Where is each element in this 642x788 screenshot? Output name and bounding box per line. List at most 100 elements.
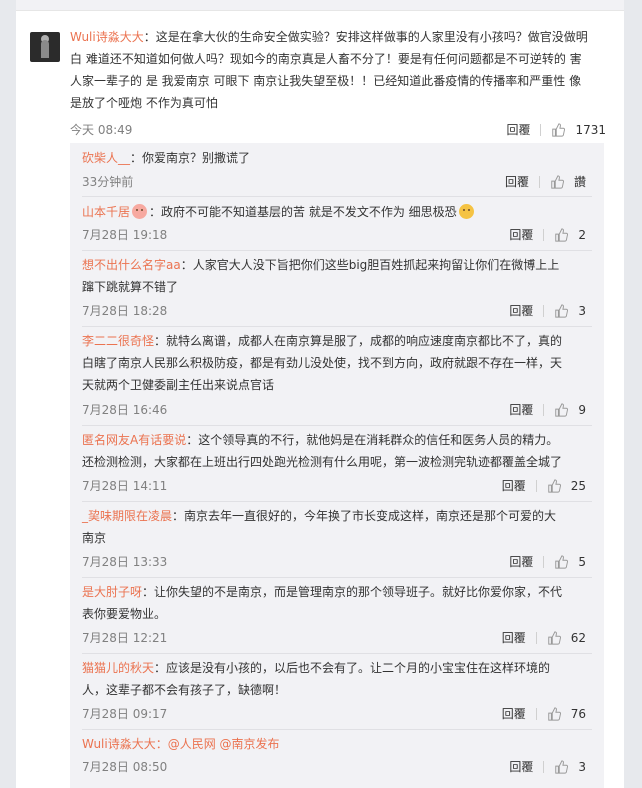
reply-button[interactable]: 回覆 [509, 553, 533, 570]
main-like-count: 1731 [575, 122, 606, 137]
reply-item: 匿名网友A有话要说：这个领导真的不行，就他妈是在消耗群众的信任和医务人员的精力。… [82, 429, 567, 473]
reply-divider [82, 501, 592, 502]
thumbs-up-icon[interactable] [554, 554, 569, 569]
reply-username[interactable]: 匿名网友A有话要说 [82, 433, 186, 447]
reply-item: 想不出什么名字aa：人家官大人没下旨把你们这些big胆百姓抓起来拘留让你们在微博… [82, 254, 567, 298]
like-count: 2 [578, 227, 586, 242]
reply-divider [82, 326, 592, 327]
thumbs-up-icon[interactable] [551, 122, 566, 137]
divider [535, 707, 537, 720]
main-comment: Wuli诗淼大大：这是在拿大伙的生命安全做实验？安排这样做事的人家里没有小孩吗？… [70, 26, 590, 114]
reply-actions: 回覆 3 [509, 758, 586, 775]
like-count: 62 [570, 630, 586, 645]
comment-card: Wuli诗淼大大：这是在拿大伙的生命安全做实验？安排这样做事的人家里没有小孩吗？… [16, 0, 624, 788]
like-count: 25 [570, 478, 586, 493]
reply-time: 7月28日 08:50 [82, 760, 168, 774]
reply-username[interactable]: 猫猫儿的秋天 [82, 661, 154, 675]
reply-item: 砍柴人__：你爱南京？别撒谎了 [82, 147, 567, 169]
reply-list: 砍柴人__：你爱南京？别撒谎了 33分钟前 回覆 讚 山本千居 ：政府不可能不知道基… [70, 143, 604, 788]
thumbs-up-icon[interactable] [554, 759, 569, 774]
reply-text: ：你爱南京？别撒谎了 [130, 151, 251, 165]
main-actions: 回覆 1731 [506, 121, 606, 138]
divider [540, 123, 542, 136]
reply-time: 7月28日 18:28 [82, 304, 168, 318]
divider [535, 479, 537, 492]
reply-actions: 回覆 25 [502, 477, 586, 494]
divider [543, 760, 545, 773]
reply-actions: 回覆 62 [502, 629, 586, 646]
reply-username[interactable]: 山本千居 [82, 205, 130, 219]
thumbs-up-icon[interactable] [554, 402, 569, 417]
like-count: 讚 [573, 175, 586, 189]
divider [543, 403, 545, 416]
reply-actions: 回覆 3 [509, 302, 586, 319]
reply-username[interactable]: Wuli诗淼大大 [82, 737, 156, 751]
reply-time: 7月28日 19:18 [82, 228, 168, 242]
like-count: 3 [578, 759, 586, 774]
thumbs-up-icon[interactable] [547, 630, 561, 645]
reply-item: Wuli诗淼大大：@人民网 @南京发布 [82, 733, 567, 755]
avatar[interactable] [30, 32, 60, 62]
reply-button[interactable]: 回覆 [505, 173, 529, 190]
reply-text: ：就特么离谱，成都人在南京算是服了，成都的响应速度南京都比不了，真的白瞎了南京人… [82, 334, 563, 392]
reply-button[interactable]: 回覆 [509, 758, 533, 775]
fear-emoji-icon [458, 204, 474, 219]
reply-button[interactable]: 回覆 [509, 226, 533, 243]
reply-username[interactable]: 砍柴人__ [82, 151, 130, 165]
main-comment-text: ：这是在拿大伙的生命安全做实验？安排这样做事的人家里没有小孩吗？做官没做明白 难… [70, 30, 588, 110]
avatar-figure-body [41, 40, 49, 58]
reply-item: 山本千居 ：政府不可能不知道基层的苦 就是不发文不作为 细思极恐 [82, 201, 567, 223]
reply-username[interactable]: _巭味期限在凌晨 [82, 509, 172, 523]
main-username[interactable]: Wuli诗淼大大 [70, 30, 144, 44]
reply-divider [82, 729, 592, 730]
reply-actions: 回覆 2 [509, 226, 586, 243]
reply-item: 李二二很奇怪：就特么离谱，成都人在南京算是服了，成都的响应速度南京都比不了，真的… [82, 330, 567, 396]
thumbs-up-icon[interactable] [554, 303, 569, 318]
main-reply-button[interactable]: 回覆 [506, 121, 530, 138]
reply-item: 猫猫儿的秋天：应该是没有小孩的，以后也不会有了。让二个月的小宝宝住在这样环境的人… [82, 657, 567, 701]
main-comment-time: 今天 08:49 [70, 123, 133, 137]
reply-time: 7月28日 13:33 [82, 555, 168, 569]
divider [535, 631, 537, 644]
thumbs-up-icon[interactable] [547, 478, 561, 493]
reply-text: ：让你失望的不是南京，而是管理南京的那个领导班子。就好比你爱你家，不代表你要爱物… [82, 585, 563, 621]
reply-username[interactable]: 李二二很奇怪 [82, 334, 154, 348]
thumbs-up-icon[interactable] [554, 227, 569, 242]
reply-time: 7月28日 16:46 [82, 403, 168, 417]
reply-divider [82, 196, 592, 197]
reply-divider [82, 425, 592, 426]
thumbs-up-icon[interactable] [550, 174, 564, 189]
divider [543, 228, 545, 241]
divider [543, 555, 545, 568]
reply-username[interactable]: 想不出什么名字aa [82, 258, 181, 272]
like-count: 76 [570, 706, 586, 721]
reply-time: 7月28日 14:11 [82, 479, 168, 493]
like-count: 9 [578, 402, 586, 417]
reply-time: 33分钟前 [82, 175, 134, 189]
reply-button[interactable]: 回覆 [502, 477, 526, 494]
reply-divider [82, 577, 592, 578]
reply-item: _巭味期限在凌晨：南京去年一直很好的，今年换了市长变成这样，南京还是那个可爱的大… [82, 505, 567, 549]
reply-mention-text[interactable]: ：@人民网 @南京发布 [156, 737, 280, 751]
reply-time: 7月28日 09:17 [82, 707, 168, 721]
thumbs-up-icon[interactable] [547, 706, 561, 721]
divider [543, 304, 545, 317]
reply-actions: 回覆 讚 [505, 173, 586, 190]
reply-actions: 回覆 9 [509, 401, 586, 418]
reply-button[interactable]: 回覆 [509, 302, 533, 319]
reply-button[interactable]: 回覆 [502, 629, 526, 646]
reply-divider [82, 653, 592, 654]
reply-button[interactable]: 回覆 [509, 401, 533, 418]
top-strip [16, 0, 624, 11]
reply-actions: 回覆 5 [509, 553, 586, 570]
reply-button[interactable]: 回覆 [502, 705, 526, 722]
reply-text: ：政府不可能不知道基层的苦 就是不发文不作为 细思极恐 [149, 205, 457, 219]
pig-emoji-icon [132, 204, 148, 219]
like-count: 5 [578, 554, 586, 569]
reply-item: 是大肘子呀：让你失望的不是南京，而是管理南京的那个领导班子。就好比你爱你家，不代… [82, 581, 567, 625]
reply-username[interactable]: 是大肘子呀 [82, 585, 142, 599]
reply-divider [82, 250, 592, 251]
like-count: 3 [578, 303, 586, 318]
reply-time: 7月28日 12:21 [82, 631, 168, 645]
divider [538, 175, 540, 188]
